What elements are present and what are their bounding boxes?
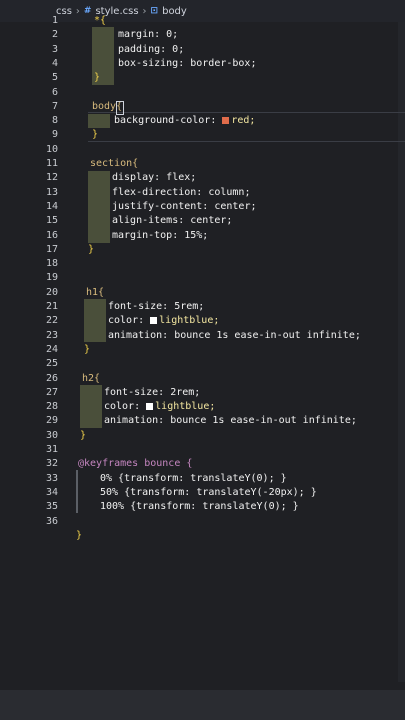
code-line: align-items: center; (112, 215, 233, 227)
line-number: 24 (45, 343, 58, 355)
line-number: 16 (45, 229, 58, 241)
line-number: 19 (45, 272, 58, 284)
code-line: } (84, 343, 91, 355)
code-line: margin-top: 15%; (112, 229, 209, 241)
code-line: margin: 0; (118, 29, 179, 41)
color-swatch-icon[interactable] (222, 116, 230, 124)
code-token: lightblue; (159, 315, 220, 327)
line-number: 15 (45, 215, 58, 227)
line-number: 6 (51, 86, 58, 98)
code-line: } (76, 529, 83, 541)
line-number: 11 (45, 158, 58, 169)
line-number: 33 (45, 472, 58, 484)
code-line: h2{ (82, 372, 101, 384)
indent-guide (80, 385, 102, 428)
line-number: 30 (45, 429, 58, 441)
code-line: } (88, 243, 95, 255)
code-line: } (94, 72, 101, 84)
line-number: 8 (51, 115, 58, 127)
code-token: red; (231, 115, 256, 127)
line-number: 3 (51, 43, 58, 55)
code-token: color: (108, 315, 151, 327)
code-line: section{ (90, 158, 139, 169)
code-line: *{ (94, 15, 107, 26)
line-number: 26 (45, 372, 58, 384)
line-number: 9 (51, 129, 58, 141)
code-line: @keyframes bounce { (78, 458, 193, 470)
code-editor[interactable]: css › # style.css › ⊡ body 1 2 3 4 5 6 7… (0, 0, 405, 720)
code-line: 50% {transform: translateY(-20px); } (100, 486, 317, 498)
line-number: 10 (45, 143, 58, 155)
code-line: } (80, 429, 87, 441)
code-line: flex-direction: column; (112, 186, 251, 198)
line-number: 34 (45, 486, 58, 498)
line-number: 1 (51, 15, 58, 26)
line-number: 22 (45, 315, 58, 327)
code-token: background-color: (114, 115, 223, 127)
line-number: 35 (45, 501, 58, 513)
line-number: 18 (45, 258, 58, 270)
line-number: 31 (45, 444, 58, 455)
text-cursor (116, 101, 124, 115)
line-number: 5 (51, 72, 58, 84)
code-line: animation: bounce 1s ease-in-out infinit… (108, 329, 361, 341)
color-swatch-icon[interactable] (150, 316, 158, 324)
code-area[interactable]: *{ margin: 0; padding: 0; box-sizing: bo… (70, 14, 405, 541)
code-line: 100% {transform: translateY(0); } (100, 501, 299, 513)
line-number: 29 (45, 415, 58, 427)
code-token: color: (104, 401, 147, 413)
line-number: 23 (45, 329, 58, 341)
line-number: 36 (45, 515, 58, 527)
color-swatch-icon[interactable] (146, 402, 154, 410)
code-line: font-size: 5rem; (108, 301, 205, 312)
line-number: 14 (45, 200, 58, 212)
line-number: 7 (51, 100, 58, 112)
line-number: 4 (51, 57, 58, 69)
code-line: animation: bounce 1s ease-in-out infinit… (104, 415, 357, 427)
code-line: padding: 0; (118, 43, 185, 55)
code-line: background-color: red; (114, 114, 255, 128)
line-number-gutter: 1 2 3 4 5 6 7 8 9 10 11 12 13 14 15 16 1… (0, 14, 64, 534)
code-line: justify-content: center; (112, 200, 257, 212)
line-number: 28 (45, 401, 58, 413)
line-number: 20 (45, 286, 58, 298)
status-bar (0, 690, 405, 720)
line-number: 27 (45, 386, 58, 398)
indent-guide (88, 171, 110, 243)
code-line: h1{ (86, 286, 105, 298)
line-number: 32 (45, 458, 58, 470)
code-line: display: flex; (112, 172, 197, 184)
code-line: } (92, 129, 99, 141)
code-line: color: lightblue; (108, 314, 219, 328)
line-number: 17 (45, 243, 58, 255)
code-line: 0% {transform: translateY(0); } (100, 472, 287, 484)
indent-guide (88, 114, 110, 128)
indent-guide (76, 470, 78, 513)
line-number: 21 (45, 301, 58, 312)
line-number: 25 (45, 358, 58, 370)
indent-guide (84, 299, 106, 342)
line-number: 2 (51, 29, 58, 41)
line-number: 12 (45, 172, 58, 184)
code-line: font-size: 2rem; (104, 386, 201, 398)
code-line: box-sizing: border-box; (118, 57, 257, 69)
code-token: lightblue; (155, 401, 216, 413)
code-line: color: lightblue; (104, 400, 215, 414)
line-number: 13 (45, 186, 58, 198)
